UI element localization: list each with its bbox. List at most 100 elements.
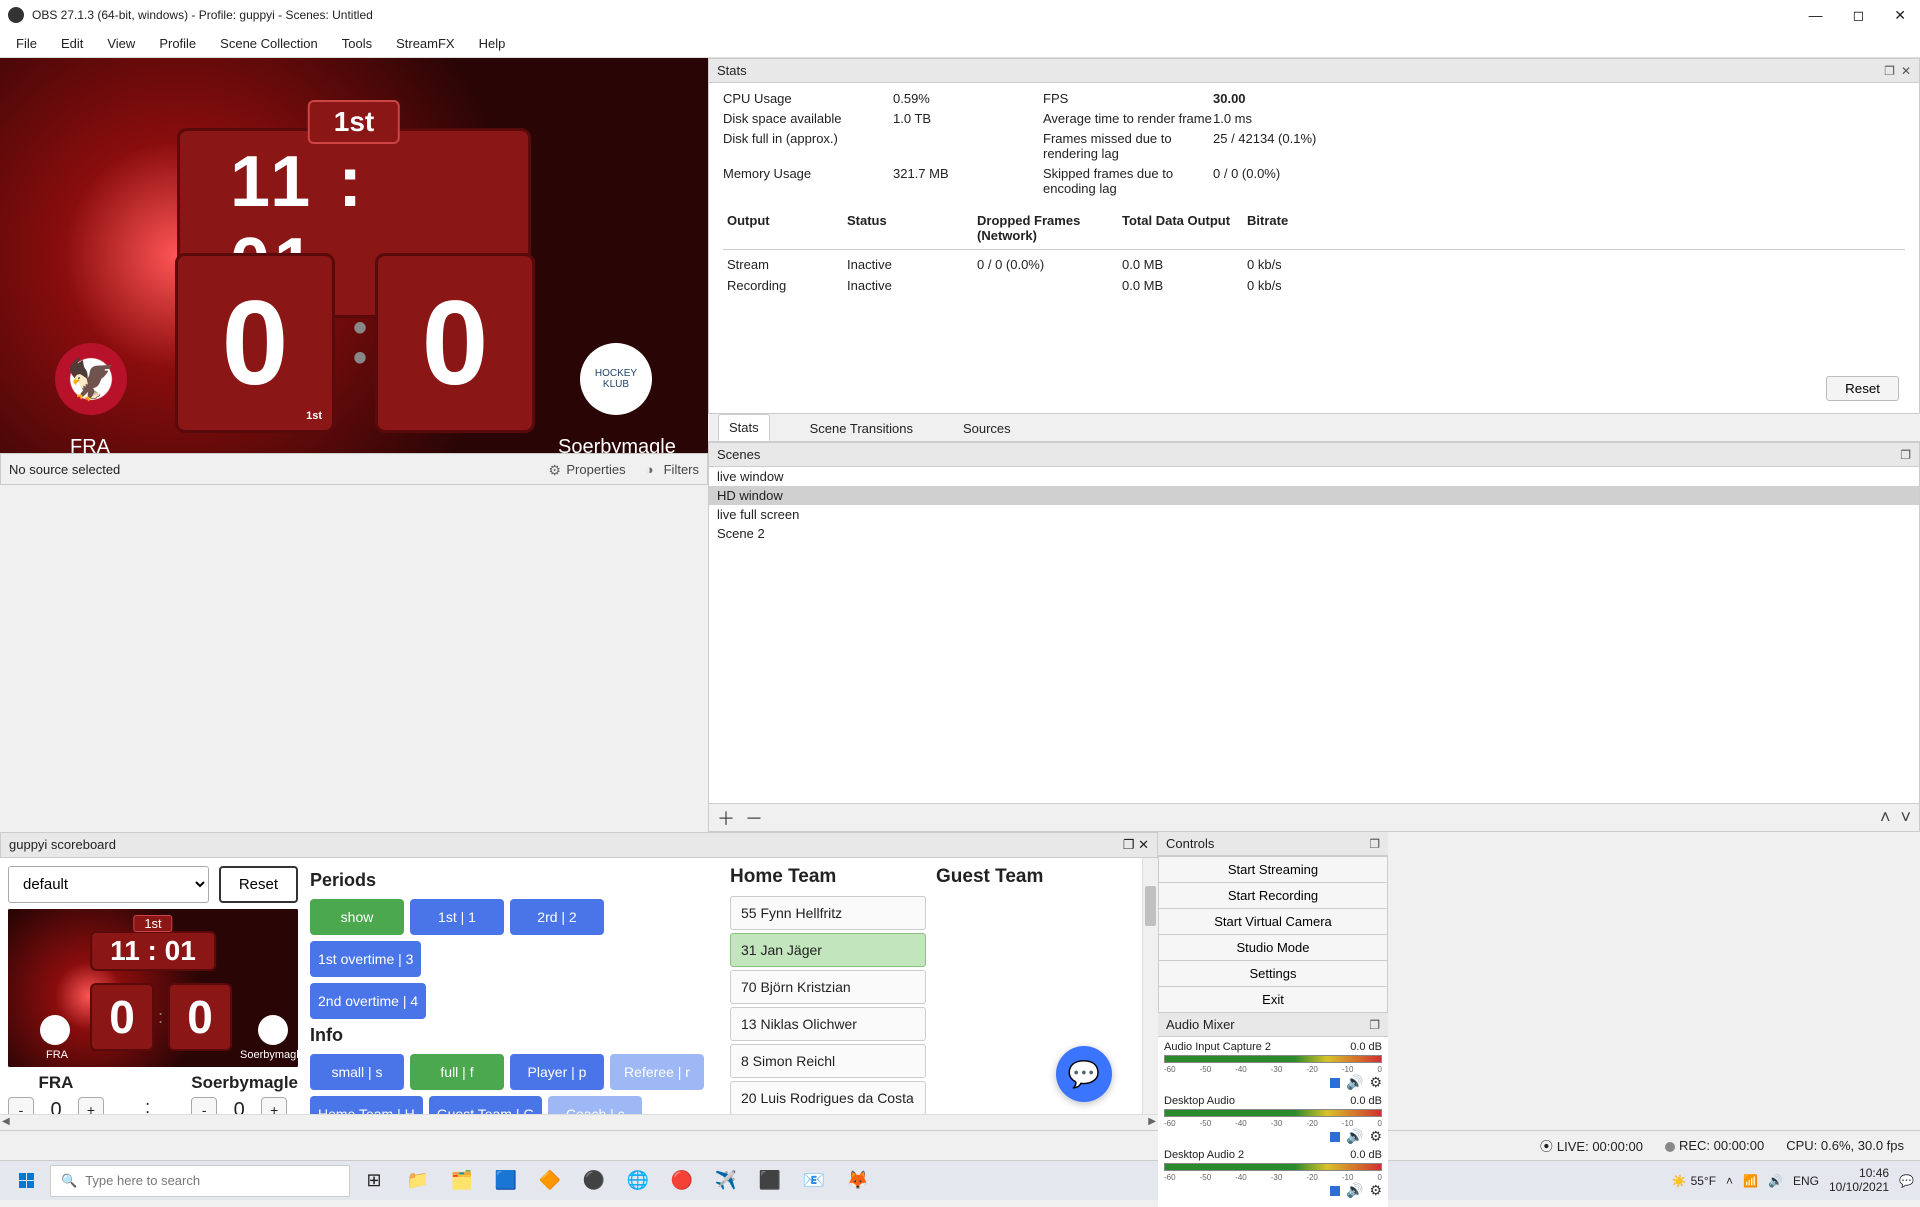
player-item[interactable]: 20 Luis Rodrigues da Costa (730, 1081, 926, 1114)
vertical-scrollbar[interactable] (1142, 858, 1158, 1114)
start-streaming-button[interactable]: Start Streaming (1158, 856, 1388, 883)
properties-button[interactable]: Properties (548, 462, 625, 477)
periods-ot1[interactable]: 1st overtime | 3 (310, 941, 421, 977)
horizontal-scrollbar[interactable] (0, 1114, 1158, 1130)
info-home-team[interactable]: Home Team | H (310, 1096, 423, 1114)
scene-item[interactable]: Scene 2 (709, 524, 1919, 543)
mute-toggle[interactable] (1330, 1132, 1340, 1142)
menu-file[interactable]: File (6, 32, 47, 55)
guest-score-plus[interactable]: + (261, 1097, 287, 1114)
periods-show[interactable]: show (310, 899, 404, 935)
app-icon-2[interactable]: ⬛ (750, 1165, 790, 1197)
file-explorer-icon[interactable]: 🗂️ (442, 1165, 482, 1197)
menu-help[interactable]: Help (469, 32, 516, 55)
guest-score-value: 0 (229, 1099, 249, 1115)
scene-item[interactable]: live window (709, 467, 1919, 486)
close-icon[interactable]: ✕ (1138, 837, 1149, 852)
tab-scene-transitions[interactable]: Scene Transitions (800, 416, 923, 441)
mute-toggle[interactable] (1330, 1078, 1340, 1088)
chat-bubble-icon[interactable]: 💬 (1056, 1046, 1112, 1102)
firefox-icon[interactable]: 🦊 (838, 1165, 878, 1197)
info-player[interactable]: Player | p (510, 1054, 604, 1090)
vlc-icon[interactable]: 🔶 (530, 1165, 570, 1197)
info-guest-team[interactable]: Guest Team | G (429, 1096, 543, 1114)
taskbar-clock[interactable]: 10:46 10/10/2021 (1829, 1167, 1889, 1195)
settings-button[interactable]: Settings (1158, 961, 1388, 987)
tab-sources[interactable]: Sources (953, 416, 1021, 441)
home-score-plus[interactable]: + (78, 1097, 104, 1114)
filters-button[interactable]: Filters (646, 462, 699, 477)
guest-score-minus[interactable]: - (191, 1097, 217, 1114)
tab-stats[interactable]: Stats (718, 414, 770, 441)
explorer-icon[interactable]: 📁 (398, 1165, 438, 1197)
home-team-label: FRA (8, 1073, 104, 1093)
chrome-icon[interactable]: 🔴 (662, 1165, 702, 1197)
preset-select[interactable]: default (8, 866, 209, 903)
player-item[interactable]: 70 Björn Kristzian (730, 970, 926, 1004)
popout-icon[interactable]: ❐ (1369, 837, 1380, 851)
move-up-button[interactable]: ˄ (1880, 807, 1891, 828)
player-item[interactable]: 13 Niklas Olichwer (730, 1007, 926, 1041)
task-view-icon[interactable]: ⊞ (354, 1165, 394, 1197)
app-icon[interactable]: 🟦 (486, 1165, 526, 1197)
popout-icon[interactable]: ❐ (1123, 837, 1135, 852)
minimize-button[interactable]: — (1803, 7, 1829, 24)
preview-area[interactable]: 11 : 01 1st 0 1st •• 0 🦅 HOCKEYKLUB FRA … (0, 58, 708, 453)
gear-icon[interactable]: ⚙ (1369, 1182, 1382, 1199)
player-item[interactable]: 55 Fynn Hellfritz (730, 896, 926, 930)
start-virtual-camera-button[interactable]: Start Virtual Camera (1158, 909, 1388, 935)
stats-reset-button[interactable]: Reset (1826, 376, 1899, 401)
gear-icon[interactable]: ⚙ (1369, 1074, 1382, 1091)
menu-view[interactable]: View (97, 32, 145, 55)
weather-widget[interactable]: ☀️ 55°F (1672, 1174, 1716, 1188)
taskbar-search[interactable]: 🔍Type here to search (50, 1165, 350, 1197)
popout-icon[interactable]: ❐ (1900, 448, 1911, 462)
menu-profile[interactable]: Profile (149, 32, 206, 55)
start-button[interactable] (6, 1165, 46, 1197)
remove-scene-button[interactable]: － (745, 805, 763, 831)
scene-item[interactable]: live full screen (709, 505, 1919, 524)
popout-icon[interactable]: ❐ (1884, 64, 1895, 78)
studio-mode-button[interactable]: Studio Mode (1158, 935, 1388, 961)
outlook-icon[interactable]: 📧 (794, 1165, 834, 1197)
add-scene-button[interactable]: ＋ (717, 805, 735, 831)
edge-icon[interactable]: 🌐 (618, 1165, 658, 1197)
close-icon[interactable]: ✕ (1901, 64, 1911, 78)
exit-button[interactable]: Exit (1158, 987, 1388, 1013)
player-item[interactable]: 8 Simon Reichl (730, 1044, 926, 1078)
speaker-icon[interactable]: 🔊 (1346, 1074, 1363, 1091)
info-referee[interactable]: Referee | r (610, 1054, 704, 1090)
language-indicator[interactable]: ENG (1793, 1174, 1819, 1188)
periods-1st[interactable]: 1st | 1 (410, 899, 504, 935)
speaker-icon[interactable]: 🔊 (1346, 1182, 1363, 1199)
menu-scene-collection[interactable]: Scene Collection (210, 32, 328, 55)
wifi-icon[interactable]: 📶 (1743, 1174, 1758, 1188)
gear-icon[interactable]: ⚙ (1369, 1128, 1382, 1145)
menu-streamfx[interactable]: StreamFX (386, 32, 465, 55)
periods-2nd[interactable]: 2rd | 2 (510, 899, 604, 935)
periods-ot2[interactable]: 2nd overtime | 4 (310, 983, 426, 1019)
guppyi-reset-button[interactable]: Reset (219, 866, 298, 903)
scene-item[interactable]: HD window (709, 486, 1919, 505)
mute-toggle[interactable] (1330, 1186, 1340, 1196)
scenes-list[interactable]: live window HD window live full screen S… (709, 467, 1919, 803)
move-down-button[interactable]: ˅ (1900, 807, 1911, 828)
close-button[interactable]: ✕ (1888, 7, 1912, 24)
maximize-button[interactable]: ◻ (1847, 7, 1871, 24)
speaker-icon[interactable]: 🔊 (1346, 1128, 1363, 1145)
menu-edit[interactable]: Edit (51, 32, 93, 55)
notifications-icon[interactable]: 💬 (1899, 1174, 1914, 1188)
search-icon: 🔍 (61, 1173, 77, 1189)
player-item[interactable]: 31 Jan Jäger (730, 933, 926, 967)
menu-tools[interactable]: Tools (332, 32, 382, 55)
tray-chevron-icon[interactable]: ˄ (1726, 1174, 1733, 1188)
info-small[interactable]: small | s (310, 1054, 404, 1090)
info-full[interactable]: full | f (410, 1054, 504, 1090)
obs-icon[interactable]: ⚫ (574, 1165, 614, 1197)
popout-icon[interactable]: ❐ (1369, 1018, 1380, 1032)
info-coach[interactable]: Coach | c (548, 1096, 642, 1114)
telegram-icon[interactable]: ✈️ (706, 1165, 746, 1197)
volume-icon[interactable]: 🔊 (1768, 1174, 1783, 1188)
home-score-minus[interactable]: - (8, 1097, 34, 1114)
start-recording-button[interactable]: Start Recording (1158, 883, 1388, 909)
